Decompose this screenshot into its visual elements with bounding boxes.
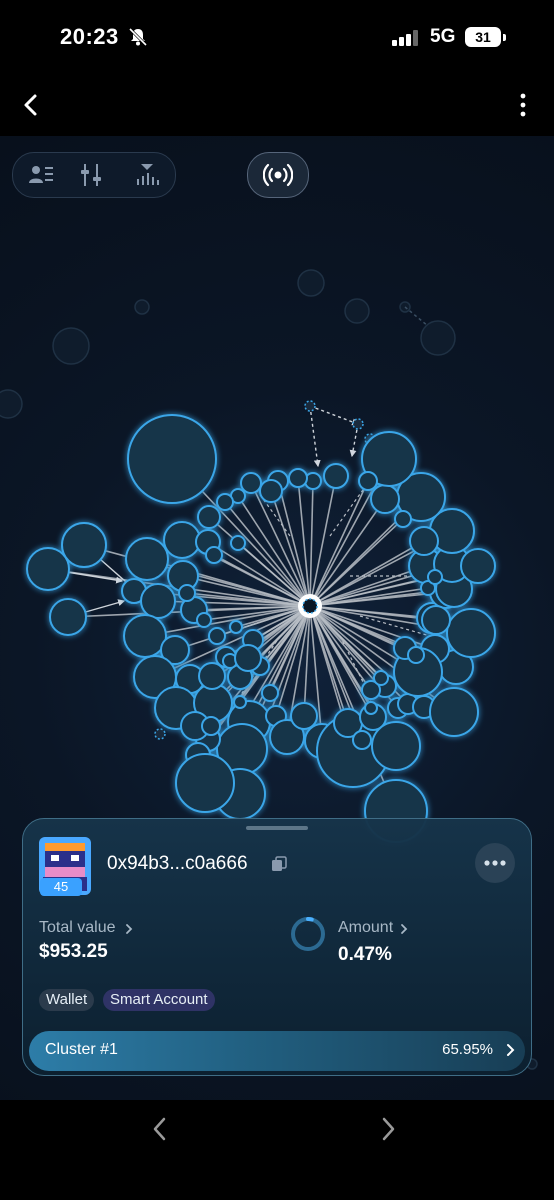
- cluster-bar[interactable]: Cluster #1 65.95%: [29, 1031, 525, 1071]
- filter-sliders-icon[interactable]: [77, 161, 105, 189]
- wallet-node[interactable]: [370, 484, 400, 514]
- chevron-right-icon: [507, 1044, 515, 1056]
- wallet-node[interactable]: [364, 701, 378, 715]
- wallet-node[interactable]: [427, 569, 443, 585]
- wallet-node[interactable]: [127, 414, 217, 504]
- wallet-node[interactable]: [259, 479, 283, 503]
- wallet-node[interactable]: [49, 598, 87, 636]
- card-more-button[interactable]: [475, 843, 515, 883]
- wallet-node[interactable]: [178, 584, 196, 602]
- wallet-node[interactable]: [123, 614, 167, 658]
- muted-bell-icon: [128, 27, 148, 47]
- faint-node[interactable]: [52, 327, 90, 365]
- status-time: 20:23: [60, 24, 119, 49]
- chevron-right-icon[interactable]: [400, 923, 408, 935]
- wallet-node[interactable]: [230, 535, 246, 551]
- small-node[interactable]: [304, 400, 316, 412]
- edge: [309, 405, 321, 468]
- wallet-node[interactable]: [201, 716, 221, 736]
- edge: [308, 479, 317, 607]
- tag-smart-account: Smart Account: [103, 989, 215, 1011]
- wallet-node[interactable]: [240, 472, 262, 494]
- cluster-label: Cluster #1: [45, 1041, 118, 1058]
- graph-toolbar: [12, 152, 176, 198]
- amount-label[interactable]: Amount: [338, 919, 393, 937]
- network-type: 5G: [430, 26, 456, 47]
- app-header: [0, 76, 554, 136]
- edge: [309, 479, 369, 607]
- small-node[interactable]: [154, 728, 166, 740]
- distribution-icon[interactable]: [133, 161, 161, 189]
- wallet-node[interactable]: [216, 493, 234, 511]
- copy-icon[interactable]: [271, 856, 287, 872]
- tag-wallet: Wallet: [39, 989, 95, 1011]
- wallet-node[interactable]: [352, 730, 372, 750]
- wallet-node[interactable]: [197, 505, 221, 529]
- bubble-graph[interactable]: 45 0x94b3...c0a666 Total value $953.25 A…: [0, 136, 554, 1100]
- faint-node[interactable]: [0, 389, 23, 419]
- live-mode-button[interactable]: [247, 152, 309, 198]
- wallet-node[interactable]: [26, 547, 70, 591]
- vertical-dots-icon: [520, 93, 526, 117]
- total-value: $953.25: [39, 941, 108, 962]
- wallet-node[interactable]: [125, 537, 169, 581]
- wallet-node[interactable]: [261, 684, 279, 702]
- wallet-list-icon[interactable]: [27, 161, 55, 189]
- chevron-left-icon: [153, 1117, 166, 1141]
- wallet-node[interactable]: [198, 662, 226, 690]
- status-bar: 20:23 5G 31: [0, 0, 554, 76]
- wallet-detail-card[interactable]: 45 0x94b3...c0a666 Total value $953.25 A…: [22, 818, 532, 1076]
- wallet-node[interactable]: [208, 627, 226, 645]
- faint-node[interactable]: [420, 320, 456, 356]
- wallet-address[interactable]: 0x94b3...c0a666: [107, 853, 248, 875]
- faint-node[interactable]: [297, 269, 325, 297]
- browser-bottom-bar: [0, 1100, 554, 1200]
- faint-node[interactable]: [344, 298, 370, 324]
- wallet-node[interactable]: [290, 702, 318, 730]
- chevron-left-icon: [24, 94, 37, 116]
- wallet-node[interactable]: [233, 695, 247, 709]
- browser-back-button[interactable]: [148, 1116, 172, 1142]
- wallet-node[interactable]: [409, 526, 439, 556]
- browser-forward-button[interactable]: [376, 1116, 400, 1142]
- battery-level: 31: [465, 27, 501, 47]
- avatar-badge: 45: [40, 878, 82, 896]
- chevron-right-icon[interactable]: [125, 923, 133, 935]
- wallet-node[interactable]: [323, 463, 349, 489]
- drag-handle[interactable]: [246, 826, 308, 830]
- faint-node[interactable]: [134, 299, 150, 315]
- wallet-node[interactable]: [229, 620, 243, 634]
- wallet-node[interactable]: [288, 468, 308, 488]
- wallet-node[interactable]: [163, 521, 201, 559]
- cellular-signal-icon: [392, 30, 418, 46]
- wallet-node[interactable]: [358, 471, 378, 491]
- wallet-node[interactable]: [140, 583, 176, 619]
- back-button[interactable]: [16, 90, 46, 120]
- more-options-button[interactable]: [510, 90, 540, 120]
- wallet-node[interactable]: [371, 721, 421, 771]
- broadcast-icon: [263, 163, 293, 187]
- wallet-node[interactable]: [373, 670, 389, 686]
- amount-progress-ring: [291, 917, 325, 951]
- wallet-node[interactable]: [234, 644, 262, 672]
- wallet-node[interactable]: [61, 522, 107, 568]
- horizontal-dots-icon: [484, 860, 506, 866]
- wallet-node[interactable]: [460, 548, 496, 584]
- small-node[interactable]: [352, 418, 364, 430]
- amount-value: 0.47%: [338, 944, 392, 965]
- selected-node-core: [302, 598, 318, 614]
- wallet-node[interactable]: [407, 646, 425, 664]
- wallet-node[interactable]: [175, 753, 235, 813]
- chevron-right-icon: [382, 1117, 395, 1141]
- wallet-node[interactable]: [421, 605, 451, 635]
- cluster-percentage: 65.95%: [442, 1041, 493, 1058]
- wallet-node[interactable]: [196, 612, 212, 628]
- wallet-node[interactable]: [429, 687, 479, 737]
- total-value-label[interactable]: Total value: [39, 919, 116, 937]
- wallet-node[interactable]: [394, 510, 412, 528]
- battery-icon: [503, 34, 506, 41]
- wallet-node[interactable]: [205, 546, 223, 564]
- edge: [309, 405, 360, 426]
- wallet-node[interactable]: [446, 608, 496, 658]
